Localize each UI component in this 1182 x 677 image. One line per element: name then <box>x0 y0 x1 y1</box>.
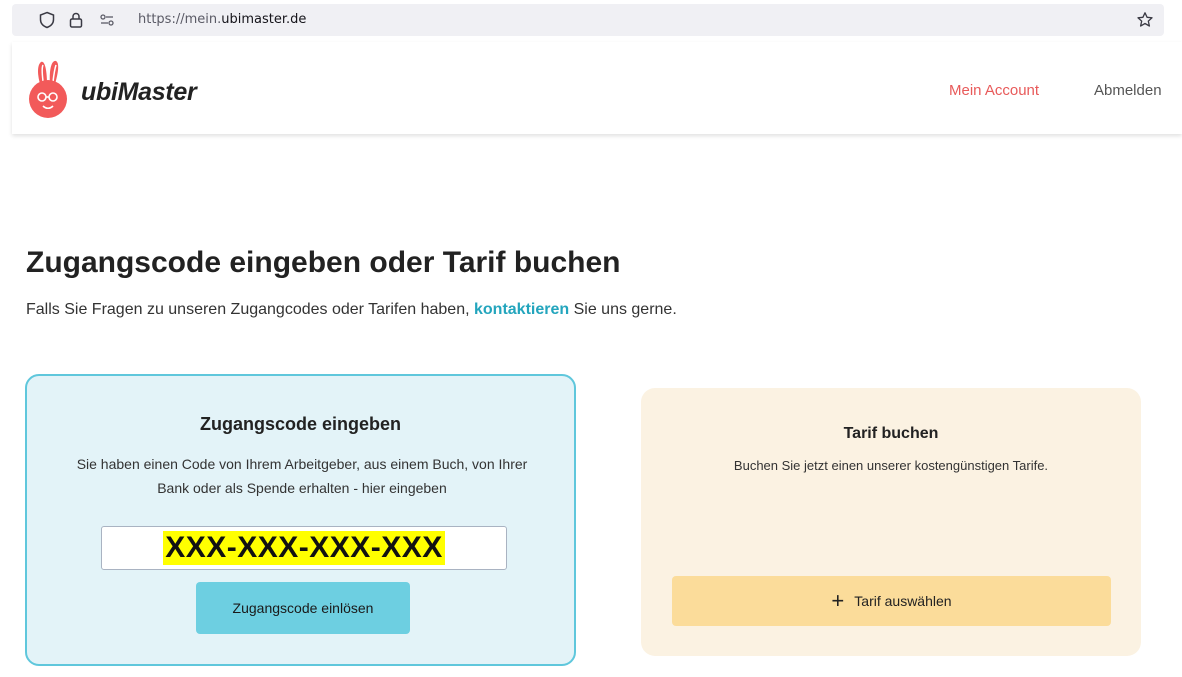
browser-url-bar[interactable]: https://mein.ubimaster.de <box>12 4 1164 36</box>
shield-icon[interactable] <box>38 11 56 29</box>
page-title: Zugangscode eingeben oder Tarif buchen <box>26 246 621 279</box>
nav-mein-account[interactable]: Mein Account <box>949 82 1039 99</box>
permissions-icon[interactable] <box>98 11 116 29</box>
url-text[interactable]: https://mein.ubimaster.de <box>138 12 306 27</box>
select-tariff-button[interactable]: + Tarif auswählen <box>672 576 1111 626</box>
bookmark-star-icon[interactable] <box>1136 11 1154 29</box>
access-code-description: Sie haben einen Code von Ihrem Arbeitgeb… <box>76 456 528 496</box>
page-subtitle: Falls Sie Fragen zu unseren Zugangcodes … <box>26 301 677 319</box>
tariff-card: Tarif buchen Buchen Sie jetzt einen unse… <box>641 388 1141 656</box>
brand-name[interactable]: ubiMaster <box>81 78 197 107</box>
access-code-card: Zugangscode eingeben Sie haben einen Cod… <box>25 374 576 666</box>
redeem-code-button[interactable]: Zugangscode einlösen <box>196 582 410 634</box>
lock-icon[interactable] <box>67 11 85 29</box>
subtitle-text-before: Falls Sie Fragen zu unseren Zugangcodes … <box>26 301 470 318</box>
subtitle-text-after: Sie uns gerne. <box>573 301 677 318</box>
plus-icon: + <box>831 588 845 613</box>
contact-link[interactable]: kontaktieren <box>474 301 569 318</box>
logo-icon[interactable] <box>25 57 73 119</box>
nav-abmelden[interactable]: Abmelden <box>1094 82 1162 99</box>
access-code-value: XXX-XXX-XXX-XXX <box>163 531 445 565</box>
access-code-title: Zugangscode eingeben <box>199 414 402 434</box>
site-header: ubiMaster Mein Account Abmelden <box>12 42 1182 134</box>
access-code-input[interactable]: XXX-XXX-XXX-XXX <box>101 526 507 570</box>
tariff-description: Buchen Sie jetzt einen unserer kostengün… <box>733 458 1049 473</box>
select-tariff-label: Tarif auswählen <box>854 593 952 609</box>
tariff-title: Tarif buchen <box>843 425 939 442</box>
